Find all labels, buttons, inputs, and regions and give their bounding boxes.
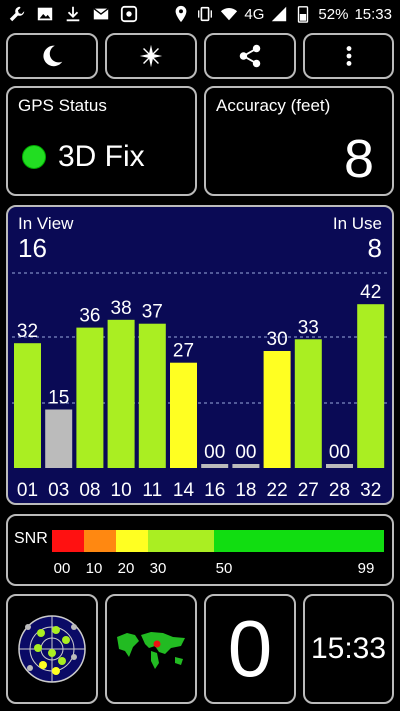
snr-bar-11 <box>138 323 166 468</box>
snr-value-label: 00 <box>204 442 225 463</box>
snr-tick-label: 10 <box>85 560 103 577</box>
more-options-button[interactable] <box>303 33 394 79</box>
snr-color-scale <box>52 530 384 552</box>
satellite-prn-label: 11 <box>142 480 162 501</box>
snr-value-label: 38 <box>111 298 132 319</box>
snr-bar-10 <box>107 319 135 468</box>
battery-percent: 52% <box>318 5 349 23</box>
fix-row: 3D Fix <box>22 140 145 174</box>
snr-value-label: 00 <box>329 442 350 463</box>
satellite-prn-label: 27 <box>298 480 319 501</box>
snr-bar-18 <box>232 464 260 468</box>
network-type: 4G <box>244 5 265 23</box>
status-bar: 4G 52% 15:33 <box>0 0 400 28</box>
satellite-count-display: 0 <box>204 594 296 704</box>
snr-bar-22 <box>263 351 291 468</box>
snr-bar-08 <box>76 327 104 468</box>
snr-bar-16 <box>201 464 229 468</box>
snr-bar-28 <box>326 464 353 468</box>
snr-legend-panel: SNR 00 10 20 30 50 99 <box>6 514 394 586</box>
accuracy-label: Accuracy (feet) <box>216 96 331 115</box>
download-icon <box>64 5 82 23</box>
satellite-prn-label: 03 <box>48 480 69 501</box>
mail-icon <box>92 5 110 23</box>
satellite-prn-label: 10 <box>111 480 132 501</box>
snr-tick-label: 20 <box>117 560 135 577</box>
compass-button[interactable] <box>105 33 197 79</box>
more-vertical-icon <box>346 46 351 66</box>
snr-value-label: 33 <box>298 317 319 338</box>
snr-label: SNR <box>14 530 48 547</box>
snr-value-label: 27 <box>173 341 194 362</box>
vibrate-icon <box>196 5 214 23</box>
satellite-prn-label: 14 <box>173 480 195 501</box>
snr-bar-03 <box>45 409 73 468</box>
night-mode-button[interactable] <box>6 33 98 79</box>
satellite-prn-label: 16 <box>204 480 225 501</box>
accuracy-panel[interactable]: Accuracy (feet) 8 <box>204 86 394 196</box>
satellite-prn-label: 18 <box>235 480 256 501</box>
location-icon <box>172 5 190 23</box>
system-icons: 4G 52% 15:33 <box>172 5 392 23</box>
satellite-prn-label: 22 <box>267 480 288 501</box>
in-use-count: 8 <box>368 233 382 263</box>
snr-bar-32 <box>357 304 385 468</box>
world-map-button[interactable] <box>105 594 197 704</box>
snr-tick-label: 50 <box>215 560 233 577</box>
snr-bar-14 <box>170 362 197 468</box>
satellite-prn-label: 01 <box>17 480 38 501</box>
share-button[interactable] <box>204 33 296 79</box>
compass-star-icon <box>139 44 163 68</box>
snr-tick-label: 30 <box>149 560 167 577</box>
snr-bar-27 <box>294 339 322 468</box>
world-map-icon <box>111 627 191 671</box>
fix-indicator <box>22 145 46 169</box>
snr-value-label: 32 <box>17 321 38 342</box>
satellite-prn-label: 28 <box>329 480 350 501</box>
snr-segment <box>214 530 384 552</box>
in-view-count: 16 <box>18 233 47 263</box>
sky-view-button[interactable] <box>6 594 98 704</box>
accuracy-value: 8 <box>343 129 374 189</box>
clock-time: 15:33 <box>310 632 387 665</box>
fix-status-value: 3D Fix <box>58 140 145 173</box>
snr-segment <box>84 530 116 552</box>
satellite-prn-label: 08 <box>79 480 100 501</box>
share-icon <box>239 44 261 68</box>
image-icon <box>36 5 54 23</box>
gps-status-label: GPS Status <box>18 96 107 115</box>
snr-segment <box>148 530 214 552</box>
satellite-count: 0 <box>227 604 273 693</box>
snr-segment <box>116 530 148 552</box>
notification-icons <box>8 5 138 23</box>
satellite-prn-label: 32 <box>360 480 381 501</box>
signal-icon <box>270 5 288 23</box>
clock-display: 15:33 <box>303 594 394 704</box>
snr-value-label: 42 <box>360 282 381 303</box>
snr-value-label: 15 <box>48 388 69 409</box>
in-use-label: In Use <box>333 214 382 233</box>
battery-icon <box>294 5 312 23</box>
snr-bar-01 <box>14 343 41 468</box>
status-time: 15:33 <box>354 5 392 23</box>
snr-bar-chart: In View 16 In Use 8 32 01 15 03 36 08 38 10 37 11… <box>12 214 388 501</box>
snr-tick-label: 00 <box>53 560 71 577</box>
in-view-label: In View <box>18 214 74 233</box>
wrench-icon <box>8 5 26 23</box>
snr-segment <box>52 530 84 552</box>
snr-value-label: 30 <box>267 329 288 350</box>
gps-status-panel[interactable]: GPS Status 3D Fix <box>6 86 197 196</box>
snr-tick-label: 99 <box>357 560 375 577</box>
wifi-icon <box>220 5 238 23</box>
snr-value-label: 00 <box>235 442 256 463</box>
moon-icon <box>43 45 63 67</box>
app-icon <box>120 5 138 23</box>
satellite-signal-chart[interactable]: In View 16 In Use 8 32 01 15 03 36 08 38 10 37 11… <box>6 205 394 505</box>
satellite-radar-icon <box>18 615 86 683</box>
snr-value-label: 36 <box>79 306 100 327</box>
snr-value-label: 37 <box>142 302 163 323</box>
